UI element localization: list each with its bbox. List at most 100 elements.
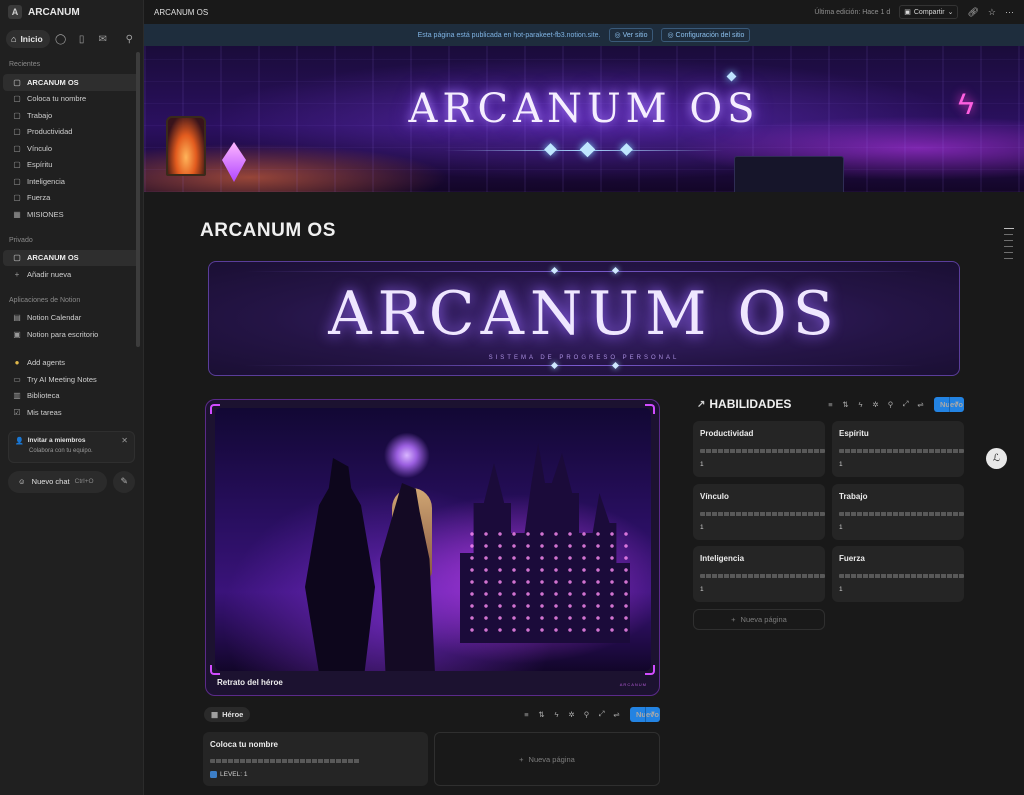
site-settings-button[interactable]: ◎ Configuración del sitio — [661, 28, 751, 42]
home-icon: ⌂ — [11, 34, 17, 44]
skill-card[interactable]: Espíritu 1 — [832, 421, 964, 477]
home-button[interactable]: ⌂ Inicio — [6, 30, 50, 48]
sidebar-item-espiritu[interactable]: ▢ Espíritu — [3, 157, 140, 174]
skills-database-header: ↗ HABILIDADES ≡ ⇅ ϟ ✲ ⚲ ⤢ ⇌ Nuevo ▼ — [697, 396, 964, 412]
recents-label: Recientes — [9, 61, 41, 68]
star-icon[interactable]: ☆ — [988, 7, 996, 18]
filter-icon[interactable]: ≡ — [823, 400, 838, 409]
page-icon: ▢ — [13, 94, 21, 104]
sidebar-item-add-agents[interactable]: ● Add agents — [3, 355, 140, 372]
workspace-switcher[interactable]: A ARCANUM — [0, 0, 143, 24]
level-text: LEVEL: 1 — [220, 771, 248, 778]
more-icon[interactable]: ⋯ — [1005, 7, 1014, 18]
site-settings-label: Configuración del sitio — [675, 32, 745, 39]
add-new-page-button[interactable]: + Añadir nueva — [3, 266, 140, 283]
filter-icon[interactable]: ≡ — [519, 710, 534, 719]
automation-icon[interactable]: ϟ — [853, 400, 868, 409]
people-icon: 👤 — [15, 437, 24, 445]
search-icon[interactable]: ⚲ — [883, 400, 898, 409]
hero-card[interactable]: Coloca tu nombre LEVEL: 1 — [203, 732, 428, 786]
sidebar-item-inteligencia[interactable]: ▢ Inteligencia — [3, 173, 140, 190]
new-chat-button[interactable]: ☺ Nuevo chat Ctrl+O — [8, 470, 108, 493]
chat-icon[interactable]: ◯ — [51, 34, 71, 45]
skill-card[interactable]: Vínculo 1 — [693, 484, 825, 540]
sidebar-scrollbar[interactable] — [136, 52, 140, 347]
knight-silhouette — [305, 458, 375, 671]
new-skill-button[interactable]: Nuevo ▼ — [934, 396, 964, 412]
sidebar-item-productividad[interactable]: ▢ Productividad — [3, 124, 140, 141]
sidebar-item-label: ARCANUM OS — [27, 77, 79, 87]
agent-icon: ● — [14, 358, 20, 368]
apps-label: Aplicaciones de Notion — [9, 296, 81, 304]
expand-icon[interactable]: ⤢ — [898, 399, 913, 409]
expand-icon[interactable]: ⤢ — [594, 709, 609, 719]
ai-icon[interactable]: ✲ — [564, 710, 579, 719]
sidebar-item-arcanum-os[interactable]: ▢ ARCANUM OS — [3, 74, 140, 91]
sidebar-item-biblioteca[interactable]: ▥ Biblioteca — [3, 388, 140, 405]
skill-card[interactable]: Fuerza 1 — [832, 546, 964, 602]
automation-icon[interactable]: ϟ — [549, 710, 564, 719]
sidebar-item-vinculo[interactable]: ▢ Vínculo — [3, 140, 140, 157]
progress-bar — [839, 512, 964, 516]
sidebar-item-label: ARCANUM OS — [27, 253, 79, 263]
ai-icon[interactable]: ✲ — [868, 400, 883, 409]
workspace-logo: A — [8, 5, 22, 19]
link-icon[interactable]: 🔗︎ — [967, 7, 978, 18]
invite-members-card[interactable]: 👤 Invitar a miembros Colabora con tu equi… — [8, 430, 135, 463]
sidebar-item-mis-tareas[interactable]: ☑ Mis tareas — [3, 404, 140, 421]
page-icon: ▢ — [13, 110, 21, 120]
search-icon[interactable]: ⚲ — [126, 34, 137, 45]
sidebar-item-notion-calendar[interactable]: ▤ Notion Calendar — [3, 310, 140, 327]
chevron-down-icon[interactable]: ▼ — [645, 706, 660, 722]
view-site-button[interactable]: ◎ Ver sitio — [608, 28, 654, 42]
inbox-icon[interactable]: ✉ — [93, 34, 113, 45]
sort-icon[interactable]: ⇅ — [838, 400, 853, 409]
skill-card[interactable]: Inteligencia 1 — [693, 546, 825, 602]
sidebar-item-fuerza[interactable]: ▢ Fuerza — [3, 190, 140, 207]
compose-icon[interactable]: ✎ — [113, 470, 135, 493]
sidebar-item-misiones[interactable]: ▦ MISIONES — [3, 206, 140, 223]
skill-name: Trabajo — [839, 492, 868, 501]
hero-new-page-button[interactable]: + Nueva página — [434, 732, 660, 786]
skill-card[interactable]: Trabajo 1 — [832, 484, 964, 540]
sidebar-item-trabajo[interactable]: ▢ Trabajo — [3, 107, 140, 124]
sidebar-item-label: Fuerza — [27, 193, 51, 203]
settings-icon[interactable]: ⇌ — [609, 710, 624, 719]
skill-value: 1 — [700, 461, 704, 468]
globe-icon: ◎ — [614, 32, 623, 39]
skills-title[interactable]: ↗ HABILIDADES — [697, 397, 791, 411]
sidebar-item-label: Espíritu — [27, 160, 53, 170]
skill-card[interactable]: Productividad 1 — [693, 421, 825, 477]
sort-icon[interactable]: ⇅ — [534, 710, 549, 719]
breadcrumb[interactable]: ARCANUM OS — [154, 8, 208, 17]
last-edited: Última edición: Hace 1 d — [814, 8, 891, 16]
view-tab-heroe[interactable]: ▦ Héroe — [204, 706, 251, 722]
sidebar-item-coloca-tu-nombre[interactable]: ▢ Coloca tu nombre — [3, 91, 140, 108]
settings-icon[interactable]: ⇌ — [913, 400, 928, 409]
skill-value: 1 — [700, 586, 704, 593]
sidebar-item-label: Notion Calendar — [27, 313, 82, 323]
skills-tools: ≡ ⇅ ϟ ✲ ⚲ ⤢ ⇌ Nuevo ▼ — [823, 396, 964, 412]
ai-assistant-icon[interactable]: ℒ — [986, 448, 1007, 469]
page-icon: ▢ — [13, 193, 21, 203]
new-chat-shortcut: Ctrl+O — [74, 478, 94, 485]
close-icon[interactable]: ✕ — [121, 436, 128, 445]
level-icon — [210, 771, 217, 778]
hero-portrait-card[interactable]: Retrato del héroe ARCANUM — [205, 399, 660, 696]
page-title[interactable]: ARCANUM OS — [200, 220, 336, 242]
sidebar-item-label: Inteligencia — [27, 176, 65, 186]
pages-icon[interactable]: ▯ — [72, 34, 92, 45]
skills-new-page-button[interactable]: + Nueva página — [693, 609, 825, 630]
new-hero-button[interactable]: Nuevo ▼ — [630, 706, 660, 722]
level-badge: LEVEL: 1 — [210, 771, 247, 778]
sidebar-item-private-arcanum-os[interactable]: ▢ ARCANUM OS — [3, 249, 140, 266]
sidebar-item-notion-desktop[interactable]: ▣ Notion para escritorio — [3, 326, 140, 343]
plus-icon: + — [731, 615, 736, 624]
share-button[interactable]: ▣ Compartir ⌄ — [899, 5, 959, 19]
sidebar-item-ai-meeting-notes[interactable]: ▭ Try AI Meeting Notes — [3, 371, 140, 388]
chevron-down-icon[interactable]: ▼ — [949, 396, 964, 412]
divider — [245, 365, 923, 366]
search-icon[interactable]: ⚲ — [579, 710, 594, 719]
table-of-contents-minimap[interactable] — [1004, 228, 1014, 264]
notion-app: A ARCANUM ⌂ Inicio ◯ ▯ ✉ ⚲ Recientes ▢ AR… — [0, 0, 1024, 795]
